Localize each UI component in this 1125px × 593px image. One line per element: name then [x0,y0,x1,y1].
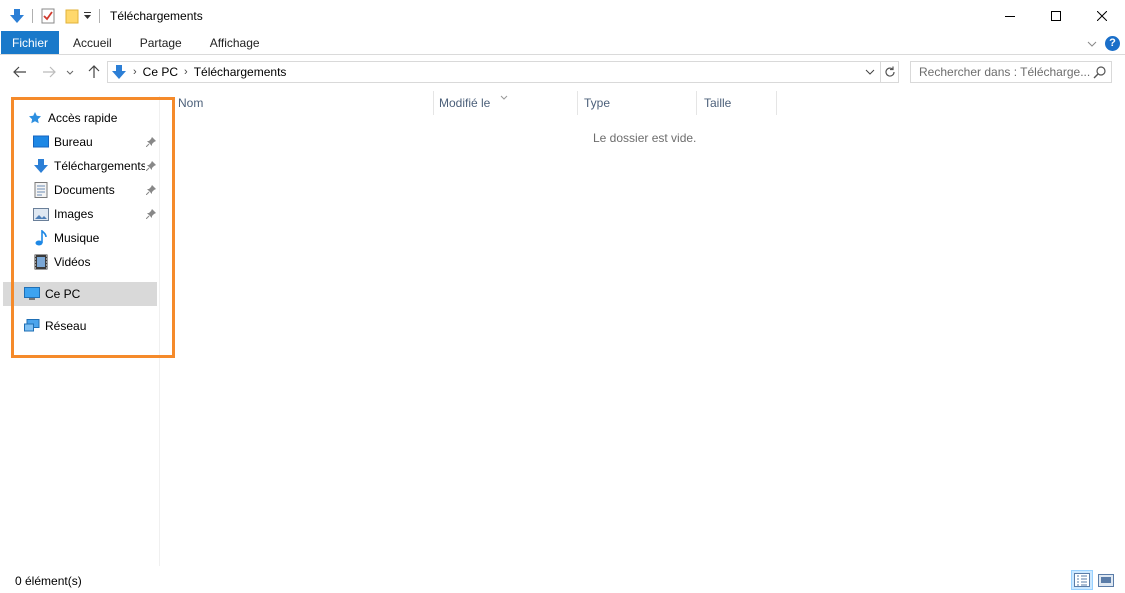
toolbar-divider [99,8,100,23]
column-header-type[interactable]: Type [578,91,697,115]
customize-toolbar-icon[interactable] [81,7,93,25]
help-icon[interactable]: ? [1105,35,1120,51]
address-dropdown-icon[interactable] [863,65,877,79]
window-controls [987,0,1125,31]
up-button[interactable] [84,62,104,82]
status-bar: 0 élément(s) [0,568,1125,593]
highlight-box [11,97,175,358]
column-headers: Nom Modifié le Type Taille [170,91,777,115]
refresh-button[interactable] [881,61,899,83]
tab-affichage[interactable]: Affichage [196,31,274,54]
minimize-button[interactable] [987,0,1033,31]
tab-fichier[interactable]: Fichier [1,31,60,54]
forward-button[interactable] [39,62,59,82]
breadcrumb-separator-icon[interactable]: › [133,66,137,78]
item-count: 0 élément(s) [15,573,82,588]
column-header-taille[interactable]: Taille [697,91,777,115]
ribbon-right-controls: ? [1087,31,1120,55]
large-icons-view-button[interactable] [1095,570,1117,590]
empty-folder-message: Le dossier est vide. [593,131,697,145]
properties-icon[interactable] [39,7,57,25]
navigation-bar: › Ce PC › Téléchargements [0,59,1125,85]
tab-accueil[interactable]: Accueil [59,31,126,54]
downloads-folder-icon [8,7,26,25]
search-input[interactable] [919,65,1091,79]
breadcrumb-separator-icon[interactable]: › [184,66,188,78]
breadcrumb-ce-pc[interactable]: Ce PC [143,65,178,79]
window-title: Téléchargements [110,8,203,23]
address-bar[interactable]: › Ce PC › Téléchargements [107,61,881,83]
search-box[interactable] [910,61,1112,83]
recent-locations-button[interactable] [63,62,77,82]
sort-indicator-icon [500,89,508,103]
expand-ribbon-icon[interactable] [1087,36,1097,50]
breadcrumb-telechargements[interactable]: Téléchargements [194,65,287,79]
tab-partage[interactable]: Partage [126,31,196,54]
close-button[interactable] [1079,0,1125,31]
downloads-icon [111,64,127,80]
maximize-button[interactable] [1033,0,1079,31]
title-bar: Téléchargements [0,0,1125,31]
search-icon[interactable] [1093,65,1107,82]
new-folder-icon[interactable] [63,7,81,25]
view-switcher [1071,570,1117,590]
toolbar-divider [32,8,33,23]
details-view-button[interactable] [1071,570,1093,590]
back-button[interactable] [10,62,30,82]
quick-access-toolbar [0,0,106,31]
ribbon-tabs: Fichier Accueil Partage Affichage ? [0,31,1125,55]
column-header-nom[interactable]: Nom [170,91,434,115]
